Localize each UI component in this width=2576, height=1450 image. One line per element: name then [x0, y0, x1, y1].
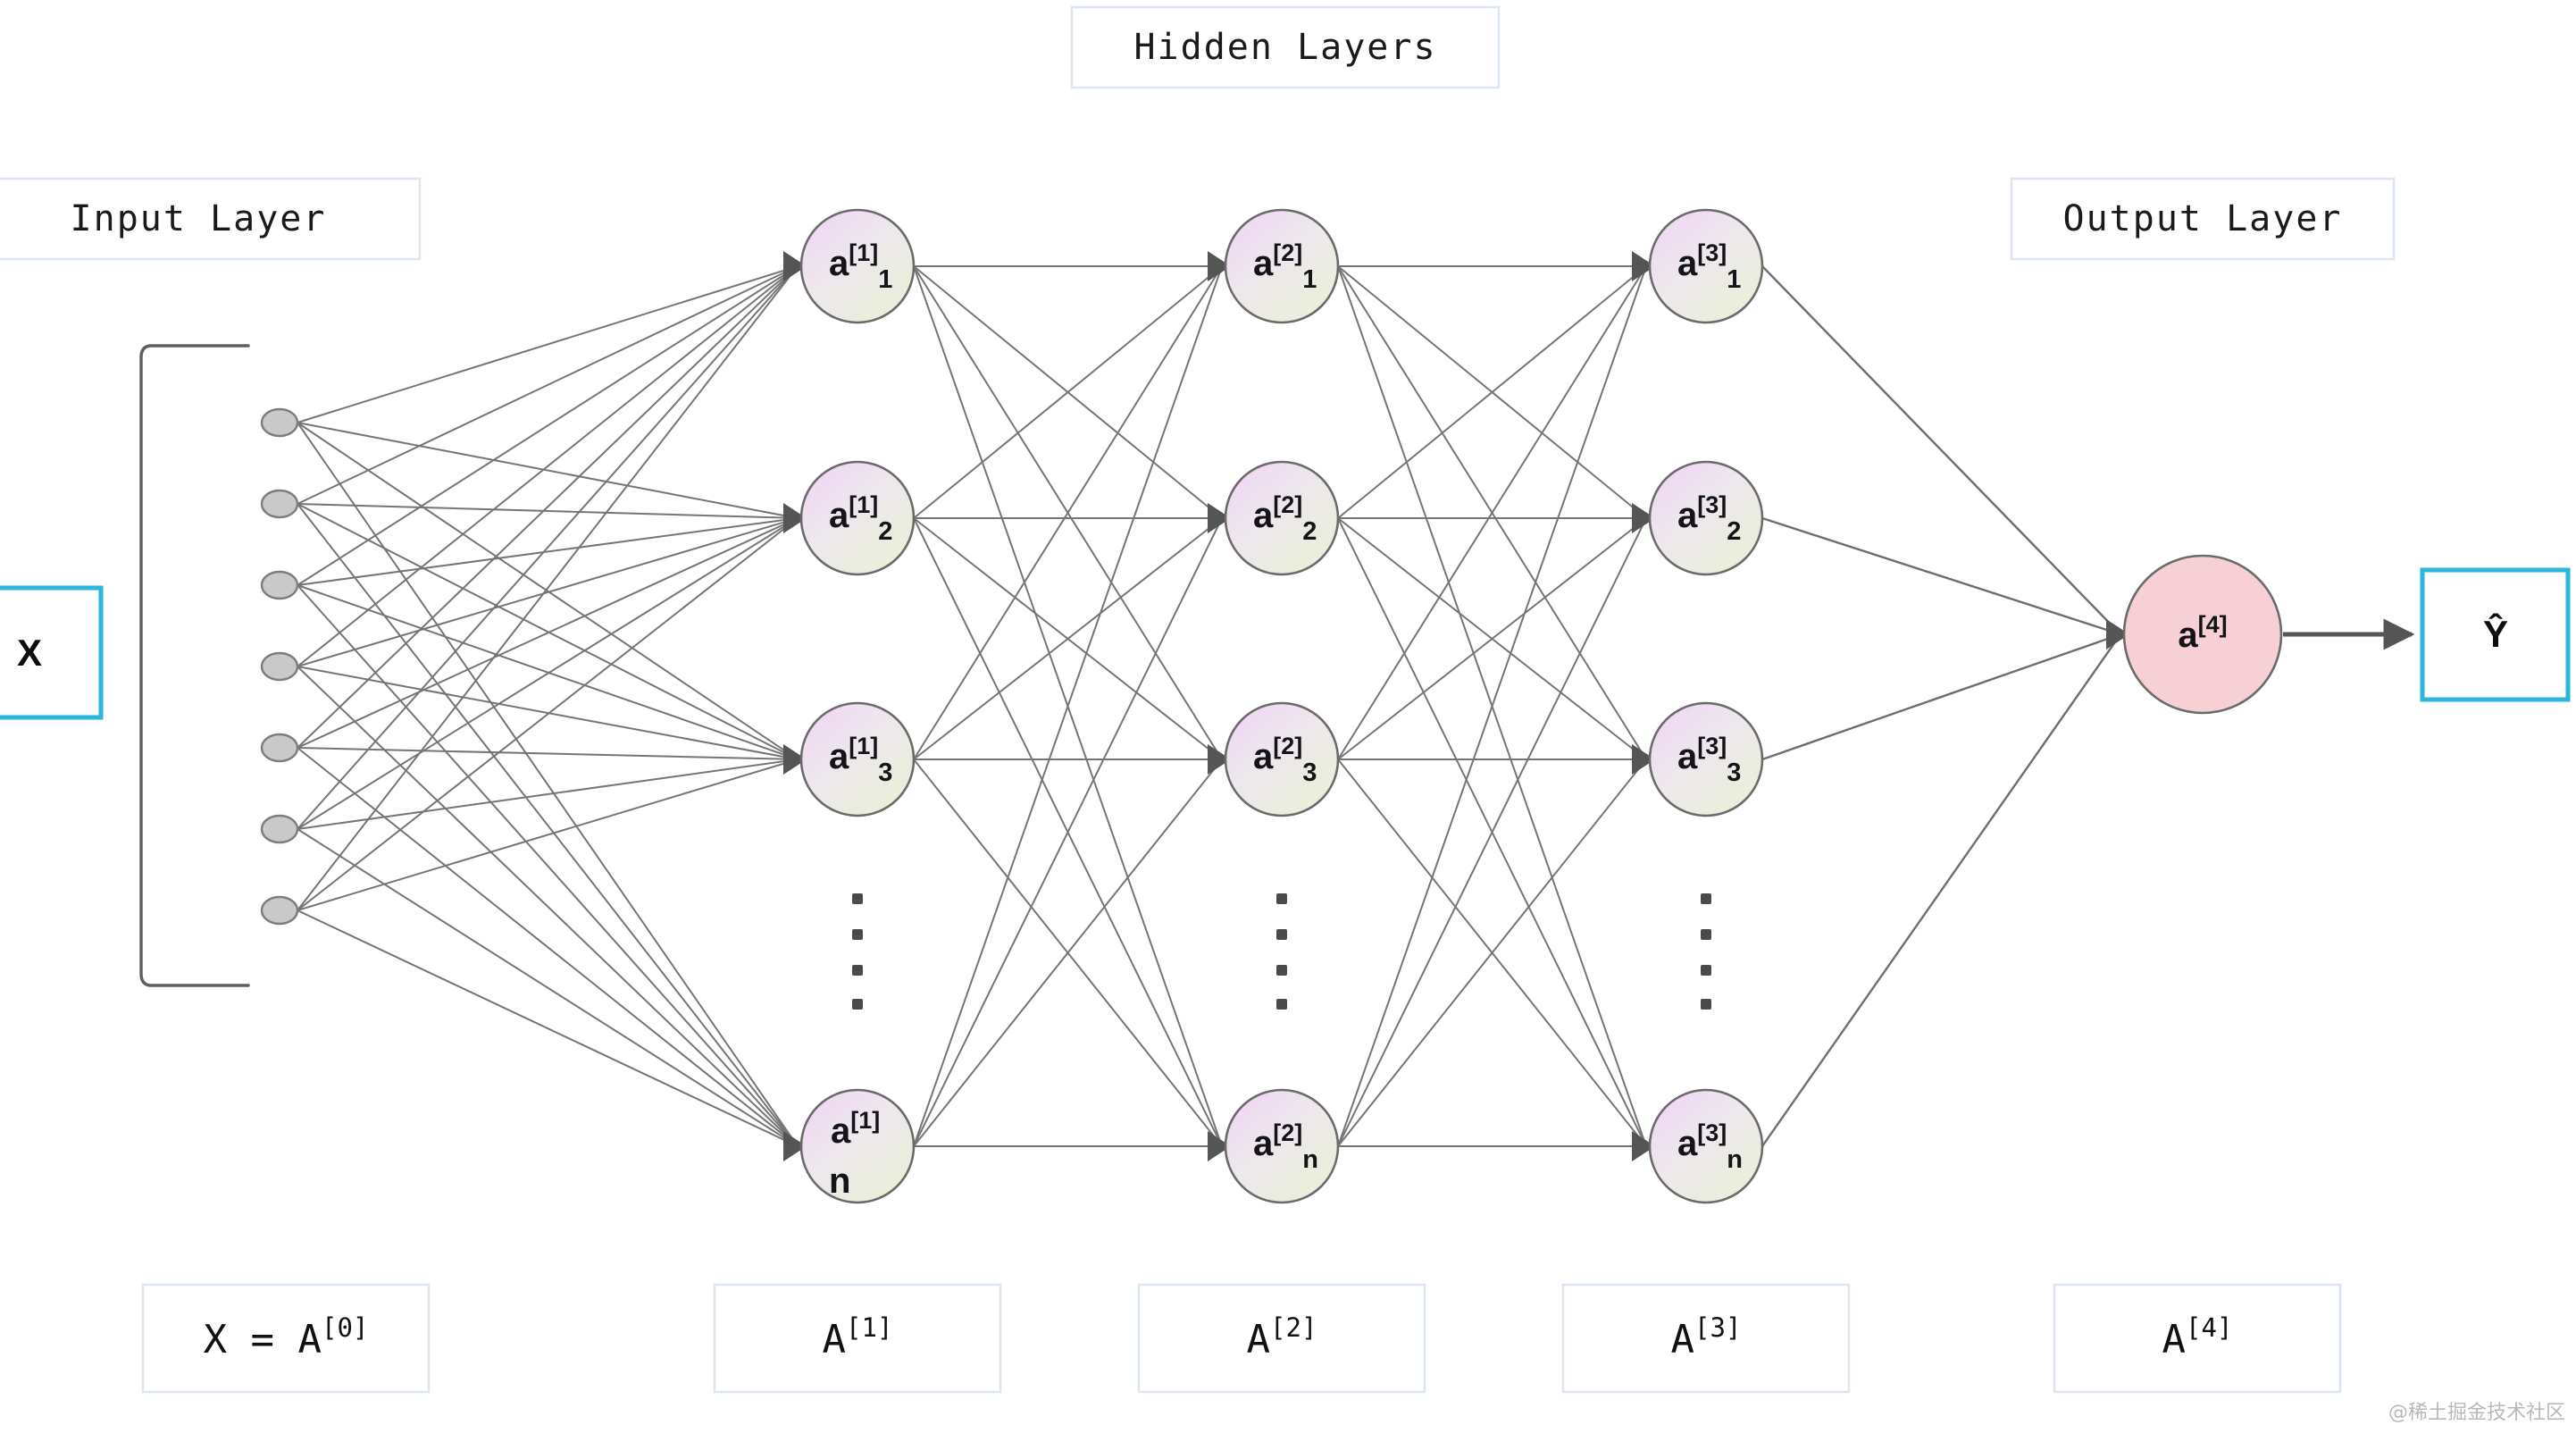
input-node-5[interactable] — [260, 733, 299, 763]
ellipsis-dot-l3-4 — [1701, 999, 1711, 1010]
hidden-node-l2-n[interactable]: a[2]n — [1224, 1088, 1340, 1204]
input-node-7[interactable] — [260, 895, 299, 926]
hidden-node-l3-3[interactable]: a[3]3 — [1648, 701, 1764, 817]
matrix-label-box-A2: A[2] — [1137, 1283, 1426, 1394]
hidden-node-circle[interactable] — [799, 701, 916, 817]
input-node-3[interactable] — [260, 570, 299, 600]
hidden-layers-label: Hidden Layers — [1133, 27, 1436, 68]
input-node-4[interactable] — [260, 651, 299, 682]
hidden-node-l1-1[interactable]: a[1]1 — [799, 208, 916, 324]
input-node-2[interactable] — [260, 489, 299, 519]
ellipsis-dot-l3-2 — [1701, 929, 1711, 940]
ellipsis-dot-l1-2 — [852, 929, 863, 940]
hidden-node-circle[interactable] — [1224, 1088, 1340, 1204]
input-node-1[interactable] — [260, 407, 299, 438]
ellipsis-dot-l1-4 — [852, 999, 863, 1010]
matrix-label-box-A0: X = A[0] — [141, 1283, 431, 1394]
hidden-layers-title-box: Hidden Layers — [1070, 5, 1501, 89]
input-x-label: X — [17, 632, 42, 674]
ellipsis-dot-l2-4 — [1276, 999, 1287, 1010]
output-layer-label: Output Layer — [2063, 198, 2343, 239]
output-yhat-label: Ŷ — [2483, 612, 2508, 655]
input-layer-title-box: Input Layer — [0, 177, 422, 261]
input-layer-label: Input Layer — [71, 198, 327, 239]
ellipsis-dot-l2-2 — [1276, 929, 1287, 940]
output-layer-title-box: Output Layer — [2010, 177, 2396, 261]
hidden-node-circle[interactable] — [1224, 208, 1340, 324]
hidden-node-circle[interactable] — [1224, 460, 1340, 576]
input-node-6[interactable] — [260, 814, 299, 844]
ellipsis-dot-l3-3 — [1701, 965, 1711, 976]
hidden-node-circle[interactable] — [799, 460, 916, 576]
input-x-box: X — [0, 585, 104, 720]
ellipsis-dot-l1-3 — [852, 965, 863, 976]
hidden-node-circle[interactable] — [1648, 208, 1764, 324]
hidden-node-label-subscript: n — [829, 1161, 850, 1201]
hidden-node-circle[interactable] — [799, 208, 916, 324]
input-x-box-rect — [0, 585, 104, 720]
hidden-node-circle[interactable] — [1648, 1088, 1764, 1204]
hidden-node-l1-n[interactable]: a[1]n — [799, 1088, 916, 1204]
output-yhat-box: Ŷ — [2420, 567, 2571, 702]
ellipsis-dot-l2-1 — [1276, 893, 1287, 904]
hidden-node-l3-2[interactable]: a[3]2 — [1648, 460, 1764, 576]
watermark: @稀土掘金技术社区 — [2388, 1402, 2565, 1424]
ellipsis-dot-l1-1 — [852, 893, 863, 904]
hidden-node-l3-n[interactable]: a[3]n — [1648, 1088, 1764, 1204]
hidden-node-l2-2[interactable]: a[2]2 — [1224, 460, 1340, 576]
matrix-label-box-A3: A[3] — [1561, 1283, 1851, 1394]
hidden-node-circle[interactable] — [1648, 701, 1764, 817]
hidden-node-l1-2[interactable]: a[1]2 — [799, 460, 916, 576]
neural-network-diagram: a[1]1 a[1]2 a[1]3 a[1]n a[2]1 a[2]2 a[2]3 a[2]n… — [0, 0, 2576, 1450]
hidden-node-l1-3[interactable]: a[1]3 — [799, 701, 916, 817]
hidden-node-l2-3[interactable]: a[2]3 — [1224, 701, 1340, 817]
hidden-node-l3-1[interactable]: a[3]1 — [1648, 208, 1764, 324]
output-node[interactable]: a[4] — [2122, 554, 2283, 715]
matrix-label-box-A1: A[1] — [713, 1283, 1002, 1394]
hidden-node-circle[interactable] — [1648, 460, 1764, 576]
ellipsis-dot-l2-3 — [1276, 965, 1287, 976]
matrix-label-box-A4: A[4] — [2053, 1283, 2342, 1394]
hidden-node-l2-1[interactable]: a[2]1 — [1224, 208, 1340, 324]
ellipsis-dot-l3-1 — [1701, 893, 1711, 904]
hidden-node-circle[interactable] — [1224, 701, 1340, 817]
